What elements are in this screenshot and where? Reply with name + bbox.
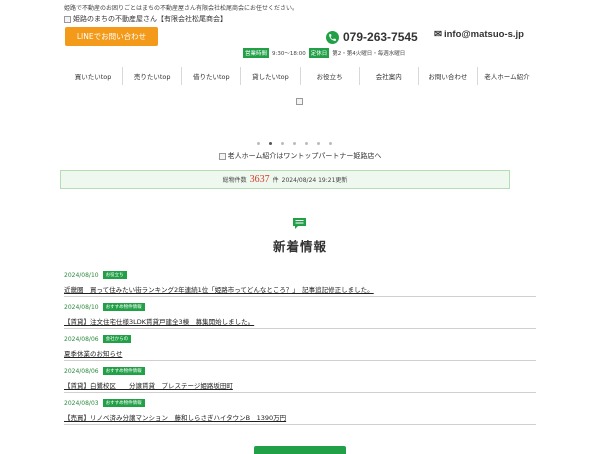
- hero-slider-image[interactable]: [296, 90, 303, 109]
- news-date: 2024/08/10: [64, 303, 99, 311]
- news-link[interactable]: 【賃貸】白鷺校区 分譲賃貸 プレステージ姫路坂田町: [64, 380, 536, 393]
- hours-text: 9:30～18:00: [272, 51, 306, 57]
- slider-dot[interactable]: [281, 142, 284, 145]
- news-item[interactable]: 2024/08/03 おすすめ物件情報 【売買】リノベ済み分譲マンション 藤和し…: [64, 399, 536, 425]
- news-link[interactable]: 【売買】リノベ済み分譲マンション 藤和しらさぎハイタウンB 1390万円: [64, 412, 536, 425]
- hours-badge: 営業時間: [243, 48, 270, 58]
- slider-dot[interactable]: [257, 142, 260, 145]
- site-tagline: 姫路で不動産のお困りごとはまちの不動産屋さん有限会社松尾商会にお任せください。: [64, 5, 299, 12]
- slider-dots: [257, 142, 332, 145]
- count-updated: 2024/08/24 19:21更新: [281, 177, 348, 184]
- property-count-box: 総物件数 3637 件 2024/08/24 19:21更新: [60, 170, 510, 189]
- logo-alt-text: 姫路のまちの不動産屋さん【有限会社松尾商会】: [73, 15, 227, 23]
- slider-dot[interactable]: [305, 142, 308, 145]
- mail-icon: ✉: [434, 29, 442, 40]
- slider-dot[interactable]: [293, 142, 296, 145]
- news-link[interactable]: 近畿圏 買って住みたい街ランキング2年連続1位「姫路市ってどんなところ？」 記事…: [64, 284, 536, 297]
- broken-image-icon: [64, 15, 71, 23]
- count-unit: 件: [272, 177, 279, 184]
- slider-dot-active[interactable]: [269, 142, 272, 145]
- news-link[interactable]: 夏季休業のお知らせ: [64, 348, 536, 361]
- broken-image-icon: [218, 152, 226, 160]
- news-more-button[interactable]: [254, 446, 346, 454]
- nursing-home-banner[interactable]: 老人ホーム紹介はワントップパートナー姫路店へ: [0, 151, 600, 161]
- broken-image-icon: [296, 98, 303, 105]
- news-item[interactable]: 2024/08/10 おすすめ物件情報 【賃貸】注文住宅仕様3LDK賃貸戸建全3…: [64, 303, 536, 329]
- slider-dot[interactable]: [329, 142, 332, 145]
- site-logo[interactable]: 姫路のまちの不動産屋さん【有限会社松尾商会】: [64, 14, 227, 24]
- closed-text: 第2・第4火曜日・毎週水曜日: [332, 51, 406, 57]
- news-item[interactable]: 2024/08/10 お役立ち 近畿圏 買って住みたい街ランキング2年連続1位「…: [64, 271, 536, 297]
- news-category-badge: おすすめ物件情報: [102, 303, 145, 311]
- news-date: 2024/08/10: [64, 271, 99, 279]
- email-address: info@matsuo-s.jp: [443, 29, 524, 40]
- news-date: 2024/08/06: [64, 367, 99, 375]
- news-section-title: 新着情報: [272, 239, 327, 254]
- nav-item-useful[interactable]: お役立ち: [299, 67, 359, 85]
- nav-item-nursing-home[interactable]: 老人ホーム紹介: [476, 67, 536, 85]
- news-item[interactable]: 2024/08/06 会社からの 夏季休業のお知らせ: [64, 335, 536, 361]
- news-link[interactable]: 【賃貸】注文住宅仕様3LDK賃貸戸建全3棟 募集開始しました。: [64, 316, 536, 329]
- news-date: 2024/08/03: [64, 399, 99, 407]
- banner-alt-text: 老人ホーム紹介はワントップパートナー姫路店へ: [227, 152, 382, 160]
- nav-item-sell[interactable]: 売りたいtop: [122, 67, 181, 85]
- property-count: 3637: [249, 174, 270, 185]
- news-category-badge: おすすめ物件情報: [102, 367, 145, 375]
- line-contact-button[interactable]: LINEでお問い合わせ: [65, 27, 158, 46]
- news-item[interactable]: 2024/08/06 おすすめ物件情報 【賃貸】白鷺校区 分譲賃貸 プレステージ…: [64, 367, 536, 393]
- nav-item-contact[interactable]: お問い合わせ: [417, 67, 477, 85]
- phone-number: 079-263-7545: [343, 30, 418, 44]
- nav-item-rent[interactable]: 借りたいtop: [181, 67, 240, 85]
- phone-icon: [326, 30, 339, 44]
- count-label: 総物件数: [222, 177, 247, 184]
- email-contact[interactable]: ✉ info@matsuo-s.jp: [434, 29, 524, 40]
- news-category-badge: 会社からの: [102, 335, 132, 343]
- business-hours: 営業時間 9:30～18:00 定休日 第2・第4火曜日・毎週水曜日: [243, 48, 405, 58]
- news-date: 2024/08/06: [64, 335, 99, 343]
- nav-item-company[interactable]: 会社案内: [358, 67, 418, 85]
- closed-badge: 定休日: [308, 48, 330, 58]
- nav-item-lease[interactable]: 貸したいtop: [240, 67, 299, 85]
- phone-contact[interactable]: 079-263-7545: [326, 30, 418, 44]
- main-nav: 買いたいtop 売りたいtop 借りたいtop 貸したいtop お役立ち 会社案…: [64, 67, 536, 85]
- news-category-badge: おすすめ物件情報: [102, 399, 145, 407]
- news-icon: [292, 214, 307, 229]
- nav-item-buy[interactable]: 買いたいtop: [64, 67, 122, 85]
- slider-dot[interactable]: [317, 142, 320, 145]
- news-category-badge: お役立ち: [102, 271, 127, 279]
